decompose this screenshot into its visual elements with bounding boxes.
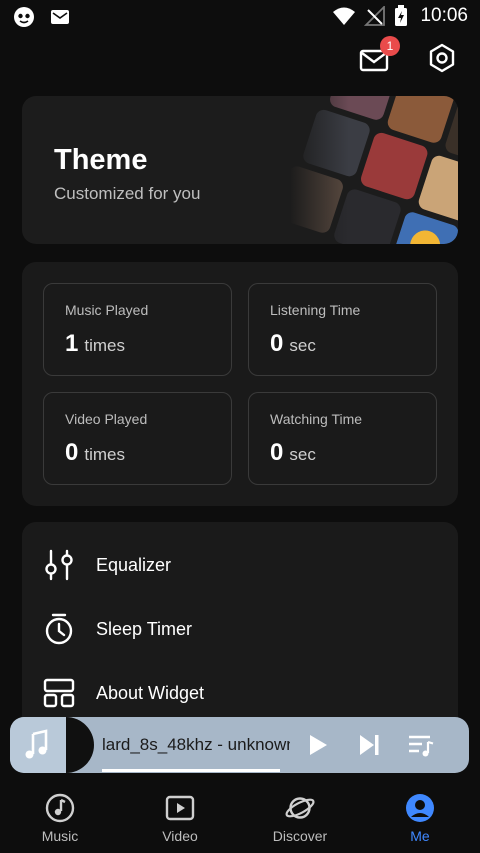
theme-subtitle: Customized for you — [54, 184, 201, 203]
stat-label: Watching Time — [270, 411, 363, 427]
wifi-icon — [333, 7, 356, 25]
tab-video[interactable]: Video — [130, 792, 230, 848]
mail-notification-icon — [51, 10, 69, 24]
status-bar: 10:06 — [0, 0, 480, 34]
planet-icon — [285, 797, 315, 819]
no-signal-icon — [364, 6, 386, 26]
stat-label: Video Played — [65, 411, 148, 427]
settings-icon[interactable] — [426, 42, 458, 74]
stat-unit: times — [84, 336, 125, 355]
skip-next-icon[interactable] — [354, 730, 384, 760]
stat-label: Music Played — [65, 302, 149, 318]
tab-music[interactable]: Music — [10, 792, 110, 848]
playlist-icon[interactable] — [406, 730, 436, 760]
widget-icon — [43, 678, 75, 708]
stat-value: 0 — [65, 439, 79, 466]
play-icon[interactable] — [302, 730, 332, 760]
stat-music-played: Music Played 1 times — [43, 283, 232, 376]
theme-card[interactable]: Theme Customized for you — [22, 96, 458, 244]
stats-card: Music Played 1 times Listening Time 0 se… — [22, 262, 458, 506]
stat-unit: sec — [289, 445, 316, 464]
music-icon — [45, 793, 75, 823]
nav-label: Me — [410, 828, 430, 844]
mail-badge: 1 — [380, 36, 400, 56]
menu-label: Sleep Timer — [96, 618, 193, 639]
playback-progress — [102, 769, 280, 772]
stat-label: Listening Time — [270, 302, 361, 318]
profile-icon — [406, 794, 434, 822]
now-playing-title: lard_8s_48khz - unknown — [102, 735, 290, 754]
stat-video-played: Video Played 0 times — [43, 392, 232, 485]
theme-thumbnails-image — [290, 96, 458, 244]
menu-label: About Widget — [96, 682, 205, 703]
menu-item-about-widget[interactable]: About Widget — [22, 663, 458, 723]
stat-value: 0 — [270, 439, 284, 466]
stat-value: 0 — [270, 330, 284, 357]
stat-watching-time: Watching Time 0 sec — [248, 392, 437, 485]
clock: 10:06 — [420, 5, 468, 26]
stat-value: 1 — [65, 330, 79, 357]
nav-label: Music — [41, 828, 79, 844]
theme-title: Theme — [54, 144, 148, 176]
nav-label: Discover — [272, 828, 328, 844]
bottom-navigation: Music Video Discover Me — [0, 780, 480, 853]
stat-unit: times — [84, 445, 125, 464]
tab-discover[interactable]: Discover — [250, 792, 350, 848]
timer-icon — [45, 613, 73, 645]
menu-label: Equalizer — [96, 554, 172, 575]
stat-unit: sec — [289, 336, 316, 355]
menu-item-equalizer[interactable]: Equalizer — [22, 535, 458, 595]
album-art — [10, 717, 66, 773]
nav-label: Video — [162, 828, 198, 844]
stat-listening-time: Listening Time 0 sec — [248, 283, 437, 376]
app-notification-icon — [14, 7, 34, 27]
mini-player[interactable]: lard_8s_48khz - unknown — [10, 717, 469, 773]
equalizer-icon — [45, 549, 73, 581]
battery-charging-icon — [395, 5, 408, 26]
menu-item-sleep-timer[interactable]: Sleep Timer — [22, 599, 458, 659]
video-icon — [165, 795, 195, 821]
tab-me[interactable]: Me — [370, 792, 470, 848]
tools-menu: Equalizer Sleep Timer About Widget — [22, 522, 458, 732]
music-note-icon — [25, 729, 48, 759]
